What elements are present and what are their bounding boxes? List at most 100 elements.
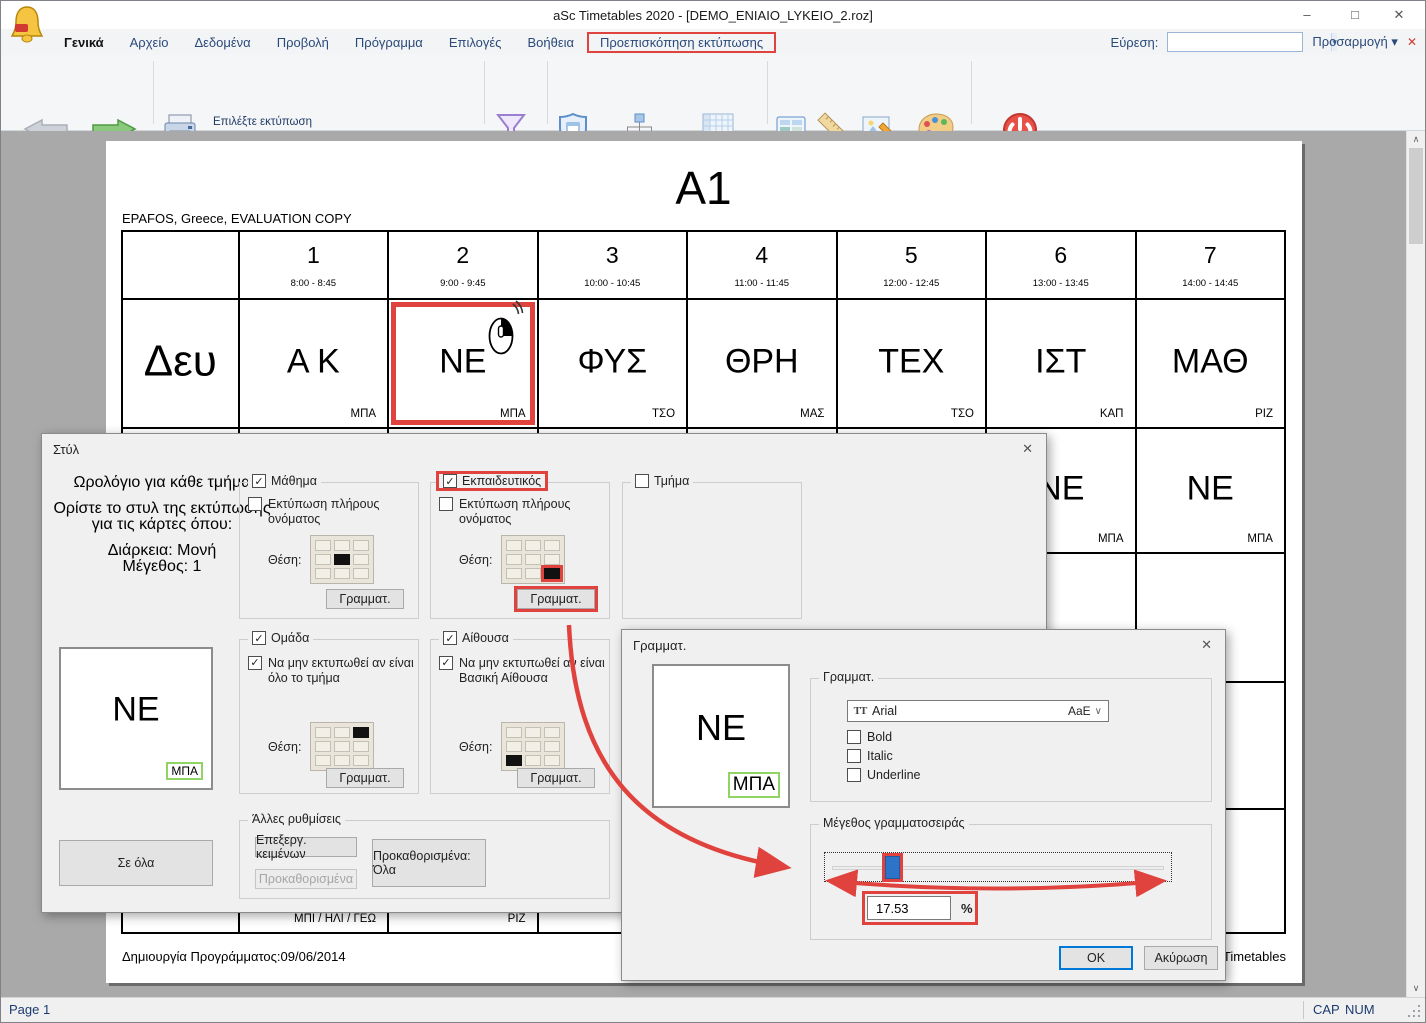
status-bar: Page 1 CAP NUM [1,997,1425,1022]
room-option-checkbox[interactable]: ✓ [439,656,453,670]
lesson-fullname-option[interactable]: Εκτύπωση πλήρους ονόματος [248,497,414,527]
timetable-cell[interactable]: Α ΚΜΠΑ [238,300,387,427]
menu-bar: Γενικά Αρχείο Δεδομένα Προβολή Πρόγραμμα… [1,29,1425,55]
group-group: ✓ Ομάδα ✓ Να μην εκτυπωθεί αν είναι όλο … [239,639,419,794]
lesson-position: Θέση: [268,535,374,584]
vertical-scrollbar[interactable]: ∧ ∨ [1406,131,1425,997]
lesson-fullname-checkbox[interactable] [248,497,262,511]
font-size-slider[interactable] [824,852,1172,882]
menu-programma[interactable]: Πρόγραμμα [342,32,436,53]
room-group-header[interactable]: ✓ Αίθουσα [439,631,513,645]
group-option-checkbox[interactable]: ✓ [248,656,262,670]
group-option[interactable]: ✓ Να μην εκτυπωθεί αν είναι όλο το τμήμα [248,656,416,686]
font-dialog-close-icon[interactable]: ✕ [1201,637,1212,653]
room-position-grid[interactable] [501,722,565,771]
teacher-checkbox[interactable]: ✓ [443,474,457,488]
group-font-button[interactable]: Γραμματ. [326,768,404,788]
find-combo[interactable]: ▾ [1167,32,1303,52]
font-card-subject: ΝΕ [654,707,788,749]
class-checkbox[interactable] [635,474,649,488]
minimize-button[interactable]: – [1285,1,1329,29]
lesson-group-header[interactable]: ✓ Μάθημα [248,474,321,488]
font-dialog-title: Γραμματ. [633,638,686,653]
menu-genika[interactable]: Γενικά [51,32,117,53]
lesson-group: ✓ Μάθημα Εκτύπωση πλήρους ονόματος Θέση:… [239,482,419,619]
timetable-cell[interactable]: ΘΡΗΜΑΣ [686,300,835,427]
menu-epiloges[interactable]: Επιλογές [436,32,515,53]
timetable-header-row: 18:00 - 8:45 29:00 - 9:45 310:00 - 10:45… [123,232,1284,298]
scroll-up-icon[interactable]: ∧ [1407,131,1425,148]
scroll-down-icon[interactable]: ∨ [1407,980,1425,997]
menu-print-preview[interactable]: Προεπισκόπηση εκτύπωσης [587,32,776,53]
timetable-cell[interactable]: ΤΕΧΤΣΟ [836,300,985,427]
resize-grip[interactable] [1418,1015,1420,1017]
font-family-value: Arial [872,704,1068,718]
font-size-input[interactable] [867,896,951,920]
apply-all-button[interactable]: Σε όλα [59,840,213,886]
find-input[interactable] [1168,33,1331,51]
font-combo-chevron-icon[interactable]: ∨ [1095,706,1108,717]
timetable-cell[interactable]: ΙΣΤΚΑΠ [985,300,1134,427]
teacher-fullname-option[interactable]: Εκτύπωση πλήρους ονόματος [439,497,605,527]
lesson-position-grid[interactable] [310,535,374,584]
group-position-grid[interactable] [310,722,374,771]
edit-texts-button[interactable]: Επεξεργ. κειμένων [255,837,357,857]
slider-thumb[interactable] [885,856,900,879]
other-settings-header: Άλλες ρυθμίσεις [248,812,345,826]
timetable-cell[interactable]: ΦΥΣΤΣΟ [537,300,686,427]
evaluation-watermark: EPAFOS, Greece, EVALUATION COPY [122,211,352,226]
cancel-button[interactable]: Ακύρωση [1144,946,1218,970]
group-group-header[interactable]: ✓ Ομάδα [248,631,313,645]
period-header: 310:00 - 10:45 [537,232,686,298]
room-checkbox[interactable]: ✓ [443,631,457,645]
menu-dedomena[interactable]: Δεδομένα [181,32,263,53]
window-title: aSc Timetables 2020 - [DEMO_ENIAIO_LYKEI… [1,8,1425,23]
group-position: Θέση: [268,722,374,771]
class-group-header[interactable]: Τμήμα [631,474,693,488]
maximize-button[interactable]: □ [1333,1,1377,29]
teacher-font-button[interactable]: Γραμματ. [517,589,595,609]
defaults-all-button[interactable]: Προκαθορισμένα: Όλα [372,839,486,887]
ok-button[interactable]: OK [1059,946,1133,970]
menu-arxeio[interactable]: Αρχείο [117,32,182,53]
period-header: 714:00 - 14:45 [1135,232,1284,298]
underline-checkbox[interactable] [847,768,861,782]
teacher-group-header[interactable]: ✓ Εκπαιδευτικός [439,474,545,488]
lesson-font-button[interactable]: Γραμματ. [326,589,404,609]
card-teacher-highlighted: ΜΠΑ [166,762,203,780]
close-preview-x-icon[interactable]: ✕ [1407,35,1417,49]
scrollbar-thumb[interactable] [1409,148,1423,244]
italic-checkbox[interactable] [847,749,861,763]
close-button[interactable]: ✕ [1377,1,1421,29]
room-position: Θέση: [459,722,565,771]
truetype-icon: TT [848,705,872,717]
style-dialog-close-icon[interactable]: ✕ [1022,441,1033,457]
status-caps-lock: CAP [1313,1002,1340,1017]
toolbar-ribbon: Προηγούμενη σελίδα Επόμενη σελίδα Εκτύπω… [1,55,1425,131]
teacher-position-grid[interactable] [501,535,565,584]
defaults-button[interactable]: Προκαθορισμένα [255,869,357,889]
timetable-cell[interactable]: ΜΑΘΡΙΖ [1135,300,1284,427]
timetable-cell[interactable]: ΝΕΜΠΑ [1135,429,1284,552]
card-subject: ΝΕ [61,691,211,730]
bold-checkbox[interactable] [847,730,861,744]
font-family-combo[interactable]: TT Arial AaE ∨ [847,700,1109,722]
group-checkbox[interactable]: ✓ [252,631,266,645]
font-card-preview: ΝΕ ΜΠΑ [652,664,790,808]
customize-menu[interactable]: Προσαρμογή ▾ [1312,34,1398,50]
slider-track[interactable] [832,866,1164,870]
teacher-fullname-checkbox[interactable] [439,497,453,511]
style-dialog-title: Στύλ [53,442,79,457]
bold-option[interactable]: Bold [847,730,892,745]
menu-provoli[interactable]: Προβολή [264,32,342,53]
italic-option[interactable]: Italic [847,749,893,764]
period-header: 512:00 - 12:45 [836,232,985,298]
menu-voithia[interactable]: Βοήθεια [514,32,587,53]
mouse-cursor-icon [487,300,525,361]
timetable-cell-selected[interactable]: ΝΕΜΠΑ [387,300,536,427]
room-font-button[interactable]: Γραμματ. [517,768,595,788]
underline-option[interactable]: Underline [847,768,921,783]
room-option[interactable]: ✓ Να μην εκτυπωθεί αν είναι Βασική Αίθου… [439,656,607,686]
lesson-checkbox[interactable]: ✓ [252,474,266,488]
other-settings-group: Άλλες ρυθμίσεις Επεξεργ. κειμένων Προκαθ… [239,820,610,899]
